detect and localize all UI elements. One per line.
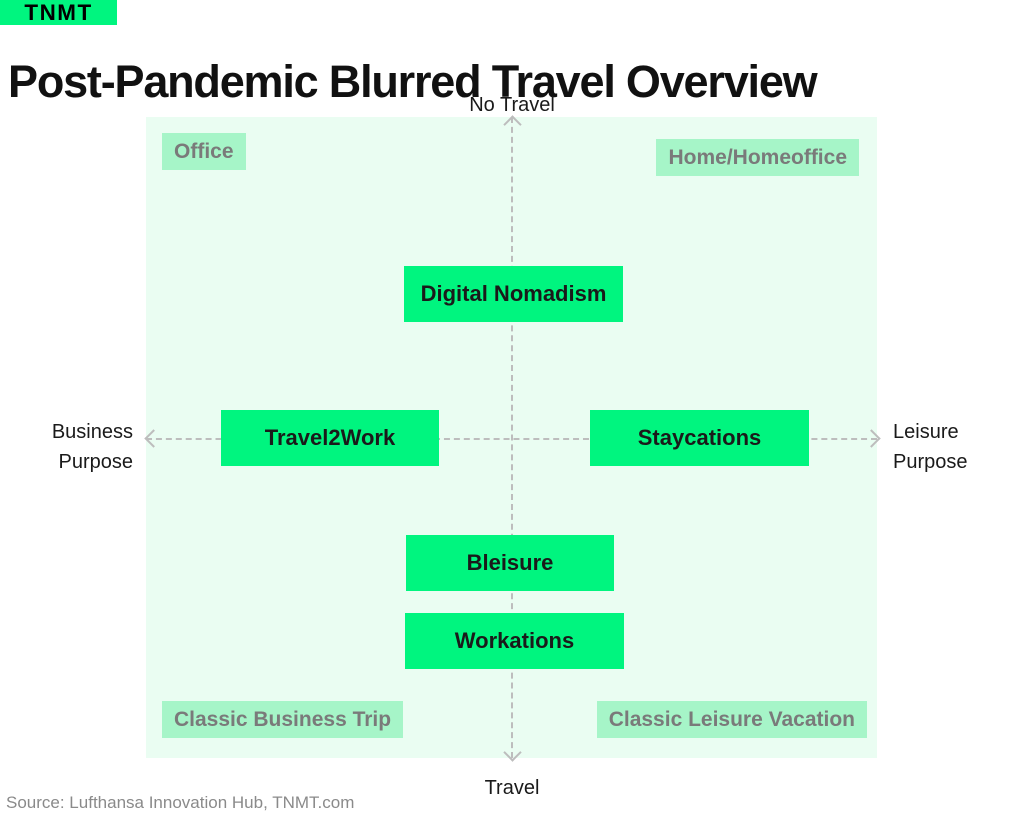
source-note: Source: Lufthansa Innovation Hub, TNMT.c… (6, 793, 355, 812)
quadrant-tag-classic-leisure-vacation: Classic Leisure Vacation (596, 701, 867, 738)
arrow-right-icon (862, 429, 881, 448)
arrow-left-icon (144, 429, 163, 448)
arrow-down-icon (503, 743, 522, 762)
concept-box-digital-nomadism: Digital Nomadism (404, 266, 623, 322)
axis-label-leisure-purpose: Leisure Purpose (893, 421, 968, 473)
concept-box-staycations: Staycations (590, 410, 809, 466)
quadrant-tag-home-homeoffice: Home/Homeoffice (656, 139, 859, 176)
concept-box-bleisure: Bleisure (406, 535, 614, 591)
quadrant-tag-classic-business-trip: Classic Business Trip (162, 701, 404, 738)
tnmt-logo: TNMT (0, 0, 117, 25)
tnmt-logo-text: TNMT (24, 0, 93, 25)
concept-box-travel2work: Travel2Work (221, 410, 439, 466)
concept-box-workations: Workations (405, 613, 624, 669)
axis-label-no-travel: No Travel (469, 94, 555, 116)
axis-label-business-purpose: Business Purpose (51, 421, 133, 473)
matrix-chart-panel: Office Home/Homeoffice Classic Business … (144, 115, 881, 762)
quadrant-tag-office: Office (162, 133, 246, 170)
